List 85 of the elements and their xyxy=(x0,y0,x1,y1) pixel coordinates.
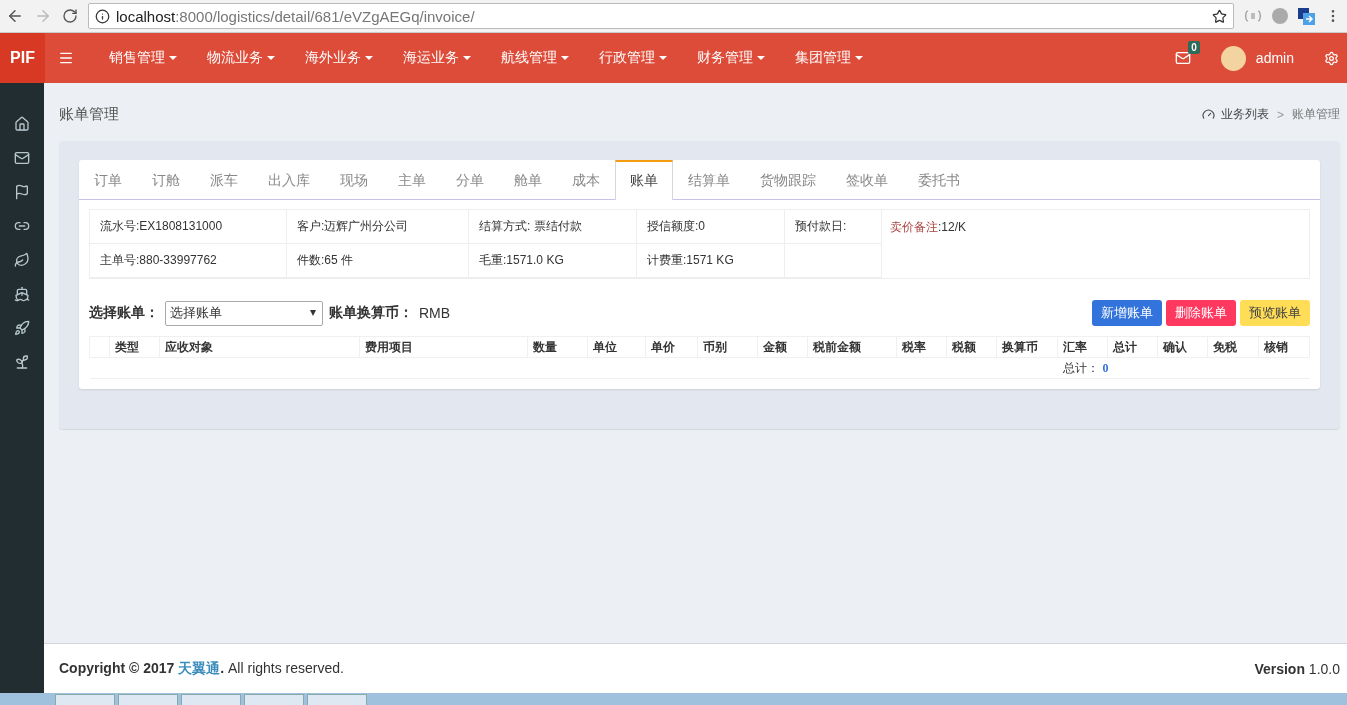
column-header: 税前金额 xyxy=(807,336,897,358)
nav-menu-item[interactable]: 海运业务 xyxy=(388,33,486,83)
currency-label: 账单换算币： xyxy=(329,304,413,322)
address-bar[interactable]: localhost:8000/logistics/detail/681/eVZgAEGq/invoice/ xyxy=(88,3,1234,29)
breadcrumb-separator: > xyxy=(1277,107,1284,122)
column-header: 换算币 xyxy=(996,336,1058,358)
tab[interactable]: 主单 xyxy=(383,160,441,199)
nav-menu-item[interactable]: 财务管理 xyxy=(682,33,780,83)
bookmark-star-icon[interactable] xyxy=(1212,8,1227,24)
column-header: 单位 xyxy=(587,336,646,358)
bill-select[interactable]: 选择账单 xyxy=(165,300,323,326)
column-header: 金额 xyxy=(757,336,808,358)
avatar-circle xyxy=(1220,45,1246,71)
home-icon[interactable] xyxy=(14,116,30,132)
tab[interactable]: 结算单 xyxy=(673,160,745,199)
page-title: 账单管理 xyxy=(59,105,119,124)
info-cell: 流水号:EX1808131000 xyxy=(90,210,287,244)
column-header: 税额 xyxy=(946,336,997,358)
column-header: 总计 xyxy=(1107,336,1158,358)
tab[interactable]: 出入库 xyxy=(253,160,325,199)
bill-action-button[interactable]: 预览账单 xyxy=(1240,300,1310,326)
column-header: 确认 xyxy=(1157,336,1208,358)
ship-icon[interactable] xyxy=(14,286,30,302)
flag-icon[interactable] xyxy=(14,184,30,200)
tab[interactable]: 货物跟踪 xyxy=(745,160,831,199)
mail-icon[interactable] xyxy=(14,150,30,166)
column-header: 汇率 xyxy=(1057,336,1108,358)
info-cell: 客户:迈辉广州分公司 xyxy=(287,210,469,244)
info-cell: 计费重:1571 KG xyxy=(637,244,785,278)
tab[interactable]: 签收单 xyxy=(831,160,903,199)
info-icon xyxy=(95,8,110,24)
column-header: 数量 xyxy=(527,336,588,358)
url-text: localhost:8000/logistics/detail/681/eVZgAEGq/invoice/ xyxy=(116,7,476,25)
leaf-icon[interactable] xyxy=(14,252,30,268)
bill-action-button[interactable]: 删除账单 xyxy=(1166,300,1236,326)
tab[interactable]: 订舱 xyxy=(137,160,195,199)
info-cell: 授信额度:0 xyxy=(637,210,785,244)
info-cell: 预付款日: xyxy=(785,210,882,244)
column-header: 类型 xyxy=(109,336,160,358)
version-text: Version 1.0.0 xyxy=(1254,660,1340,677)
nav-menu-item[interactable]: 航线管理 xyxy=(486,33,584,83)
info-cell: 件数:65 件 xyxy=(287,244,469,278)
window-arrow-icon[interactable] xyxy=(1298,7,1315,25)
column-header: 免税 xyxy=(1207,336,1259,358)
total-cell: 总计： 0 xyxy=(1057,357,1259,379)
tab[interactable]: 账单 xyxy=(615,160,673,200)
column-header: 费用项目 xyxy=(359,336,528,358)
tab[interactable]: 现场 xyxy=(325,160,383,199)
column-header: 应收对象 xyxy=(159,336,360,358)
breadcrumb-link[interactable]: 业务列表 xyxy=(1202,106,1269,123)
remark-cell-text: 卖价备注:12/K xyxy=(889,219,968,236)
bill-action-button[interactable]: 新增账单 xyxy=(1092,300,1162,326)
info-cell: 结算方式: 票结付款 xyxy=(469,210,637,244)
tab[interactable]: 订单 xyxy=(79,160,137,199)
reload-icon[interactable] xyxy=(62,8,78,24)
nav-menu-item[interactable]: 行政管理 xyxy=(584,33,682,83)
currency-value: RMB xyxy=(419,305,451,321)
column-header: 单价 xyxy=(645,336,698,358)
copyright-text: Copyright © 2017 天翼通. All rights reserved. xyxy=(59,659,344,678)
company-link[interactable]: 天翼通 xyxy=(178,659,221,676)
tab[interactable]: 委托书 xyxy=(903,160,975,199)
column-header: 税率 xyxy=(896,336,947,358)
select-bill-label: 选择账单： xyxy=(89,304,159,322)
column-header: 币别 xyxy=(697,336,758,358)
tab[interactable]: 派车 xyxy=(195,160,253,199)
nav-menu-item[interactable]: 销售管理 xyxy=(94,33,192,83)
brand-logo[interactable]: PIF xyxy=(0,33,45,83)
breadcrumb-current: 账单管理 xyxy=(1292,106,1340,123)
column-header: 核销 xyxy=(1258,336,1310,358)
settings-icon[interactable] xyxy=(1324,50,1339,66)
nav-menu-item[interactable]: 集团管理 xyxy=(780,33,878,83)
info-cell: 主单号:880-33997762 xyxy=(90,244,287,278)
sprout-icon[interactable] xyxy=(14,354,30,370)
mail-icon[interactable] xyxy=(1174,50,1191,66)
mail-count-badge: 0 xyxy=(1188,41,1200,54)
tab[interactable]: 舱单 xyxy=(499,160,557,199)
user-menu[interactable]: admin xyxy=(1220,45,1294,71)
nav-menu-item[interactable]: 物流业务 xyxy=(192,33,290,83)
tab[interactable]: 成本 xyxy=(557,160,615,199)
dashboard-icon xyxy=(1202,108,1215,121)
back-icon[interactable] xyxy=(6,7,24,25)
info-cell: 毛重:1571.0 KG xyxy=(469,244,637,278)
tab[interactable]: 分单 xyxy=(441,160,499,199)
rocket-icon[interactable] xyxy=(14,320,30,336)
nav-menu-item[interactable]: 海外业务 xyxy=(290,33,388,83)
